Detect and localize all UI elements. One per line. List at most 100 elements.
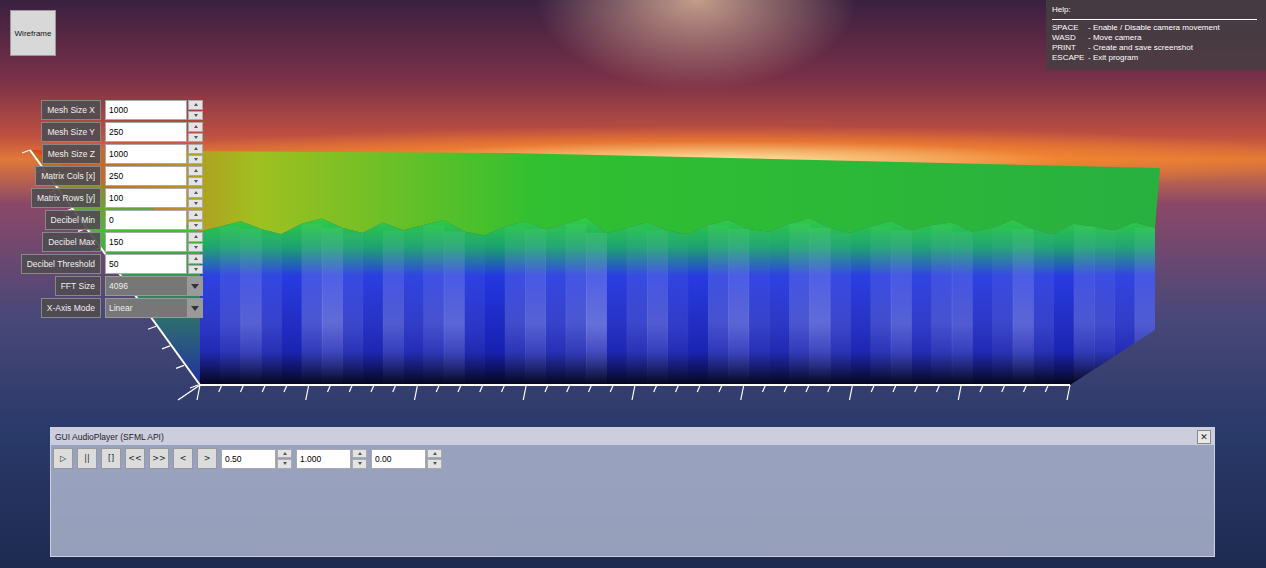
spinbox-input[interactable]: 1000 — [105, 144, 187, 164]
setting-spinbox[interactable]: 150 — [105, 232, 203, 252]
up-arrow-icon — [283, 452, 287, 455]
axis-tick — [328, 385, 331, 392]
axis-tick — [197, 385, 200, 400]
setting-spinbox[interactable]: 1000 — [105, 100, 203, 120]
close-button[interactable]: ✕ — [1197, 430, 1211, 444]
spectrum-column — [606, 233, 627, 385]
dropdown-arrow-icon — [191, 284, 199, 289]
player-spinbox[interactable]: 0.00 — [371, 449, 442, 469]
spin-down-button[interactable] — [352, 459, 367, 469]
spin-up-button[interactable] — [188, 254, 203, 264]
spectrum-column — [220, 226, 241, 385]
setting-dropdown[interactable]: 4096 — [105, 276, 203, 296]
spectrum-column — [444, 232, 465, 385]
axis-tick — [850, 385, 853, 400]
axis-tick — [676, 385, 679, 392]
spectrum-column — [789, 224, 810, 385]
setting-spinbox[interactable]: 250 — [105, 166, 203, 186]
help-panel: Help:SPACE- Enable / Disable camera move… — [1046, 0, 1266, 70]
spin-down-button[interactable] — [188, 155, 203, 165]
setting-dropdown[interactable]: Linear — [105, 298, 203, 318]
spinbox-input[interactable]: 50 — [105, 254, 187, 274]
axis-tick — [262, 385, 265, 392]
spin-down-button[interactable] — [188, 221, 203, 231]
spin-up-button[interactable] — [188, 122, 203, 132]
spectrum-column — [545, 229, 566, 385]
spinbox-input[interactable]: 1.000 — [296, 449, 351, 469]
axis-tick — [828, 385, 831, 392]
help-key: SPACE — [1052, 23, 1088, 33]
help-title: Help: — [1052, 5, 1260, 15]
spin-up-button[interactable] — [188, 100, 203, 110]
transport-controls: ▷||[]<<>><>0.50 1.000 0.00 — [51, 445, 1214, 472]
spectrum-column — [850, 233, 871, 385]
axis-tick — [1002, 385, 1005, 392]
player-title-bar[interactable]: GUI AudioPlayer (SFML API)✕ — [51, 428, 1214, 445]
spectrum-column — [505, 226, 526, 385]
spectrum-column — [525, 229, 546, 385]
spin-down-button[interactable] — [188, 243, 203, 253]
spin-up-button[interactable] — [188, 166, 203, 176]
spectrum-column — [261, 234, 282, 385]
transport-button[interactable]: < — [173, 448, 193, 469]
spin-up-button[interactable] — [277, 449, 292, 459]
transport-button[interactable]: [] — [101, 448, 121, 469]
spinbox-input[interactable]: 0.50 — [221, 449, 276, 469]
spin-down-button[interactable] — [277, 459, 292, 469]
spinbox-input[interactable]: 250 — [105, 166, 187, 186]
spin-down-button[interactable] — [188, 177, 203, 187]
spinbox-input[interactable]: 150 — [105, 232, 187, 252]
axis-tick — [654, 385, 657, 392]
player-spinbox[interactable]: 0.50 — [221, 449, 292, 469]
help-key: WASD — [1052, 33, 1088, 43]
setting-label: Decibel Max — [42, 232, 101, 252]
up-arrow-icon — [194, 213, 198, 216]
spin-down-button[interactable] — [188, 111, 203, 121]
transport-button[interactable]: > — [197, 448, 217, 469]
spinbox-input[interactable]: 0.00 — [371, 449, 426, 469]
spinbox-input[interactable]: 0 — [105, 210, 187, 230]
spin-up-button[interactable] — [188, 144, 203, 154]
spin-down-button[interactable] — [188, 133, 203, 143]
spin-down-button[interactable] — [427, 459, 442, 469]
axis-tick — [763, 385, 766, 392]
dropdown-button[interactable] — [187, 299, 202, 317]
spin-up-button[interactable] — [352, 449, 367, 459]
setting-spinbox[interactable]: 0 — [105, 210, 203, 230]
axis-tick — [719, 385, 722, 392]
transport-button[interactable]: || — [77, 448, 97, 469]
transport-button[interactable]: >> — [149, 448, 169, 469]
dropdown-button[interactable] — [187, 277, 202, 295]
spin-up-button[interactable] — [427, 449, 442, 459]
spinbox-input[interactable]: 250 — [105, 122, 187, 142]
spinbox-buttons — [427, 449, 442, 469]
help-description: - Exit program — [1088, 53, 1260, 63]
setting-spinbox[interactable]: 1000 — [105, 144, 203, 164]
help-key: PRINT — [1052, 43, 1088, 53]
down-arrow-icon — [194, 224, 198, 227]
axis-tick — [148, 326, 156, 329]
spin-down-button[interactable] — [188, 265, 203, 275]
spin-down-button[interactable] — [188, 199, 203, 209]
setting-spinbox[interactable]: 100 — [105, 188, 203, 208]
spectrum-column — [627, 228, 648, 385]
setting-label: Decibel Min — [45, 210, 101, 230]
spinbox-input[interactable]: 1000 — [105, 100, 187, 120]
setting-spinbox[interactable]: 250 — [105, 122, 203, 142]
spectrum-column — [931, 225, 952, 385]
transport-button[interactable]: << — [125, 448, 145, 469]
spectrum-column — [363, 233, 384, 385]
spectrum-column — [911, 230, 932, 385]
spinbox-input[interactable]: 100 — [105, 188, 187, 208]
spinbox-buttons — [188, 166, 203, 186]
spin-up-button[interactable] — [188, 188, 203, 198]
setting-spinbox[interactable]: 50 — [105, 254, 203, 274]
spin-up-button[interactable] — [188, 210, 203, 220]
wireframe-button[interactable]: Wireframe — [10, 10, 56, 56]
spectrum-column — [424, 225, 445, 385]
transport-button[interactable]: ▷ — [53, 448, 73, 469]
down-arrow-icon — [283, 462, 287, 465]
audio-player-window[interactable]: GUI AudioPlayer (SFML API)✕▷||[]<<>><>0.… — [50, 427, 1215, 557]
player-spinbox[interactable]: 1.000 — [296, 449, 367, 469]
spin-up-button[interactable] — [188, 232, 203, 242]
